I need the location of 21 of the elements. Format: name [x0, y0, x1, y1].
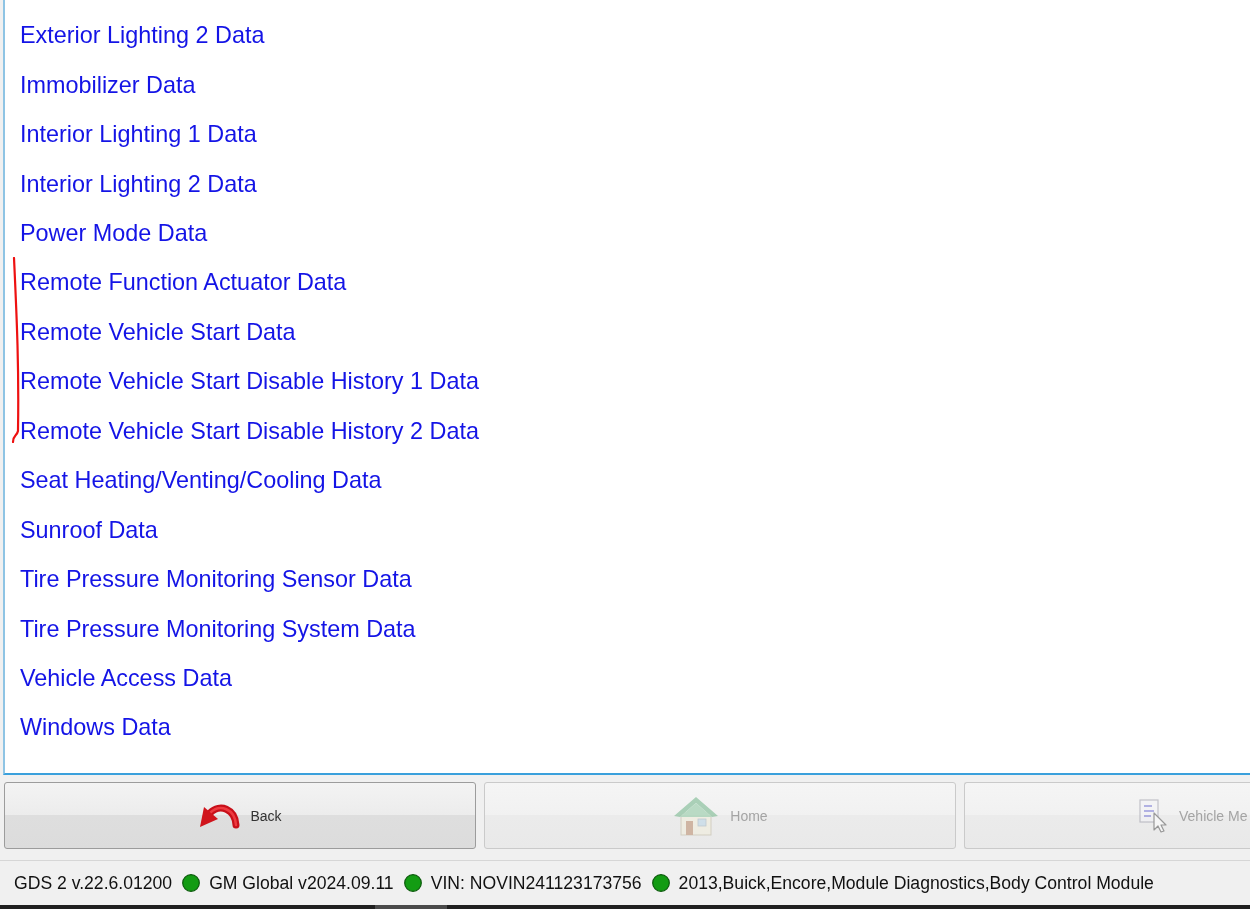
data-item-link[interactable]: Tire Pressure Monitoring System Data [20, 614, 416, 644]
data-item-link[interactable]: Sunroof Data [20, 515, 158, 545]
data-item-link[interactable]: Exterior Lighting 2 Data [20, 21, 265, 51]
data-item-link[interactable]: Immobilizer Data [20, 70, 196, 100]
data-item-link[interactable]: Remote Vehicle Start Data [20, 317, 296, 347]
data-item-link[interactable]: Seat Heating/Venting/Cooling Data [20, 466, 382, 496]
data-item-link[interactable]: Vehicle Access Data [20, 663, 232, 693]
back-button[interactable]: Back [4, 782, 476, 849]
status-text: VIN: NOVIN241123173756 [430, 872, 642, 894]
data-item-link[interactable]: Remote Function Actuator Data [20, 268, 347, 298]
data-item-link[interactable]: Remote Vehicle Start Disable History 1 Data [20, 367, 479, 397]
data-item-link[interactable]: Tire Pressure Monitoring Sensor Data [20, 565, 412, 595]
data-item-link[interactable]: Windows Data [20, 713, 171, 743]
status-text: 2013,Buick,Encore,Module Diagnostics,Body Control Module [678, 872, 1154, 894]
document-cursor-icon [1139, 798, 1169, 833]
data-item-link[interactable]: Interior Lighting 2 Data [20, 169, 257, 199]
data-item-link[interactable]: Power Mode Data [20, 219, 208, 248]
version-text: GDS 2 v.22.6.01200 [14, 872, 173, 894]
data-item-link[interactable]: Remote Vehicle Start Disable History 2 Data [20, 416, 479, 446]
status-text: GM Global v2024.09.11 [209, 872, 394, 894]
data-item-link[interactable]: Interior Lighting 1 Data [20, 120, 257, 150]
